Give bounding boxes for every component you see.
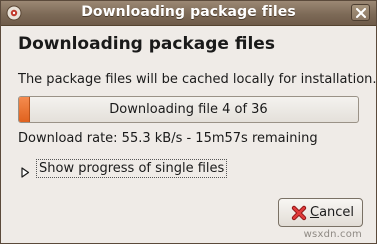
cancel-button[interactable]: Cancel (278, 198, 363, 227)
download-rate-text: Download rate: 55.3 kB/s - 15m57s remain… (18, 131, 318, 146)
window-close-button[interactable] (351, 4, 370, 21)
title-bar[interactable]: Downloading package files (1, 1, 376, 26)
cancel-button-label: Cancel (310, 205, 355, 220)
progress-text: Downloading file 4 of 36 (109, 102, 268, 117)
expander-label[interactable]: Show progress of single files (36, 159, 228, 178)
cancel-icon (291, 205, 307, 225)
window-title: Downloading package files (81, 4, 296, 20)
dialog-window: Downloading package files Downloading pa… (0, 0, 377, 244)
download-progress-bar: Downloading file 4 of 36 (18, 96, 359, 123)
watermark: wsxdn.com (303, 229, 362, 240)
expander-arrow-icon[interactable] (21, 163, 30, 182)
dialog-description: The package files will be cached locally… (18, 72, 377, 87)
dialog-heading: Downloading package files (18, 34, 275, 54)
close-icon (356, 8, 366, 18)
